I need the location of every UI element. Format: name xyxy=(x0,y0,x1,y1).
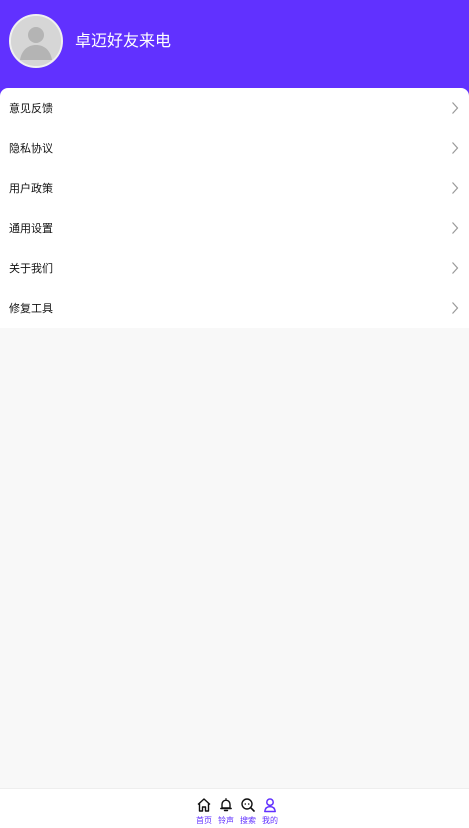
menu-item-label: 用户政策 xyxy=(9,182,53,195)
menu-item-label: 隐私协议 xyxy=(9,142,53,155)
menu-item-general-settings[interactable]: 通用设置 xyxy=(0,208,469,248)
default-avatar-icon xyxy=(11,16,61,66)
menu-item-feedback[interactable]: 意见反馈 xyxy=(0,88,469,128)
menu-item-label: 通用设置 xyxy=(9,222,53,235)
tab-mine[interactable]: 我的 xyxy=(259,797,281,826)
home-icon xyxy=(197,798,211,812)
menu-item-label: 修复工具 xyxy=(9,302,53,315)
menu-item-about[interactable]: 关于我们 xyxy=(0,248,469,288)
chevron-right-icon xyxy=(452,222,459,234)
app-name: 卓迈好友来电 xyxy=(75,31,172,50)
menu-item-user-policy[interactable]: 用户政策 xyxy=(0,168,469,208)
chevron-right-icon xyxy=(452,102,459,114)
profile-header: 卓迈好友来电 xyxy=(0,0,469,96)
menu-item-repair-tool[interactable]: 修复工具 xyxy=(0,288,469,328)
tab-search[interactable]: 搜索 xyxy=(237,797,259,826)
tab-label: 首页 xyxy=(196,816,212,825)
tab-ringtone[interactable]: 铃声 xyxy=(215,797,237,826)
menu-item-label: 意见反馈 xyxy=(9,102,53,115)
avatar[interactable] xyxy=(9,14,63,68)
tab-home[interactable]: 首页 xyxy=(193,797,215,826)
menu-item-label: 关于我们 xyxy=(9,262,53,275)
menu-item-privacy[interactable]: 隐私协议 xyxy=(0,128,469,168)
bell-icon xyxy=(220,798,232,812)
tab-label: 搜索 xyxy=(240,816,256,825)
chevron-right-icon xyxy=(452,182,459,194)
chevron-right-icon xyxy=(452,302,459,314)
bottom-tab-bar: 首页 铃声 搜索 我的 xyxy=(0,788,469,828)
tab-label: 我的 xyxy=(262,816,278,825)
search-icon xyxy=(241,798,255,812)
chevron-right-icon xyxy=(452,262,459,274)
settings-menu: 意见反馈 隐私协议 用户政策 通用设置 关于我们 修复工具 xyxy=(0,88,469,328)
tab-label: 铃声 xyxy=(218,816,234,825)
chevron-right-icon xyxy=(452,142,459,154)
user-icon xyxy=(264,798,276,813)
